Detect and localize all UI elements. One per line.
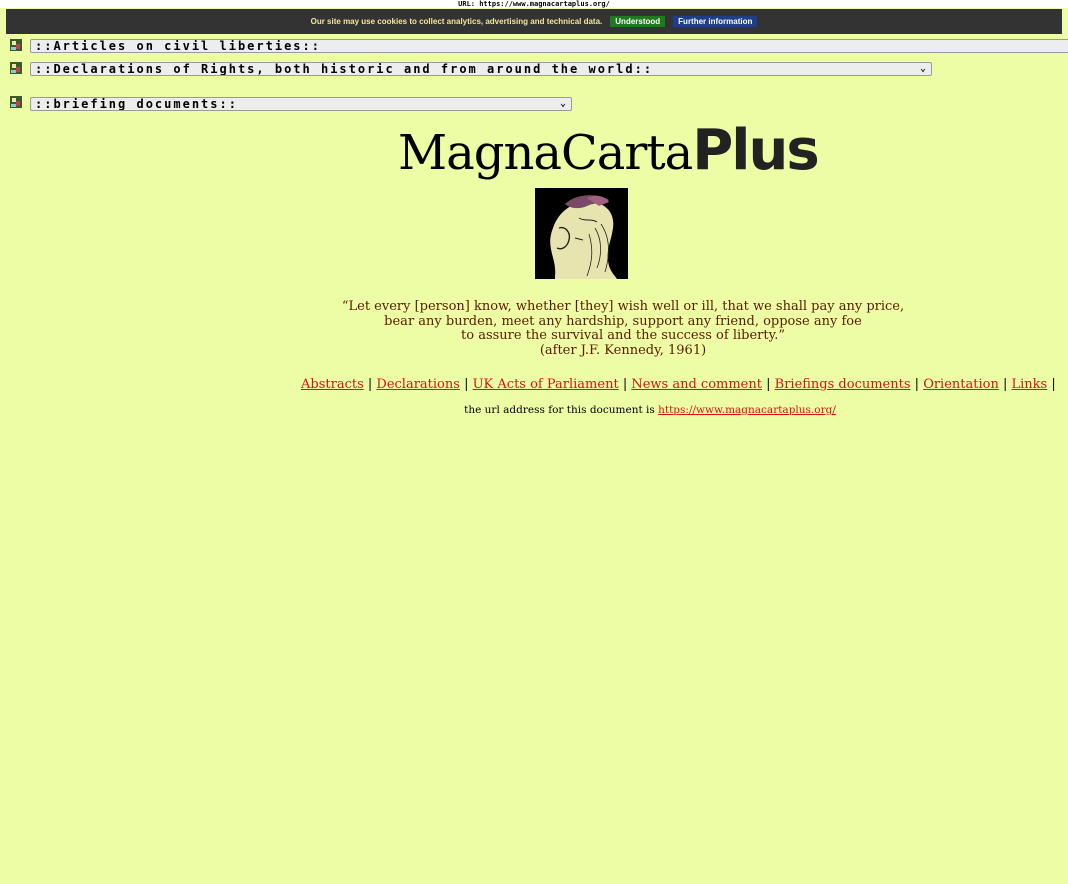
nav-link-links[interactable]: Links	[1012, 377, 1048, 392]
site-logo[interactable]: MagnaCartaPlus	[398, 118, 820, 183]
nav-link-abstracts[interactable]: Abstracts	[301, 377, 364, 392]
nav-link-news[interactable]: News and comment	[631, 377, 762, 392]
chevron-down-icon: ⌄	[919, 63, 926, 74]
nav-link-briefings[interactable]: Briefings documents	[775, 377, 911, 392]
nav-link-orientation[interactable]: Orientation	[923, 377, 999, 392]
nav-link-uk-acts[interactable]: UK Acts of Parliament	[473, 377, 619, 392]
declarations-select-label: ::Declarations of Rights, both historic …	[35, 62, 654, 76]
articles-select[interactable]: ::Articles on civil liberties::	[30, 39, 1068, 53]
understood-button[interactable]: Understood	[610, 16, 666, 27]
document-url-link[interactable]: https://www.magnacartaplus.org/	[658, 404, 836, 416]
quote-line: “Let every [person] know, whether [they]…	[341, 299, 905, 314]
articles-select-label: ::Articles on civil liberties::	[35, 39, 321, 53]
url-display: URL: https://www.magnacartaplus.org/	[0, 0, 1068, 8]
liberty-portrait-image	[535, 188, 628, 279]
section-nav: Abstracts | Declarations | UK Acts of Pa…	[301, 377, 1056, 392]
declarations-select[interactable]: ::Declarations of Rights, both historic …	[30, 62, 932, 76]
logo-magnacarta: MagnaCarta	[398, 125, 693, 181]
chevron-down-icon: ⌄	[559, 98, 566, 109]
nav-link-declarations[interactable]: Declarations	[376, 377, 460, 392]
briefing-select[interactable]: ::briefing documents:: ⌄	[30, 97, 572, 111]
further-information-button[interactable]: Further information	[673, 16, 758, 27]
document-url-line: the url address for this document is htt…	[300, 404, 1000, 416]
quote-line: bear any burden, meet any hardship, supp…	[384, 313, 862, 329]
cookie-banner: Our site may use cookies to collect anal…	[6, 9, 1062, 34]
logo-plus: Plus	[692, 118, 819, 183]
kennedy-quote: “Let every [person] know, whether [they]…	[300, 299, 946, 358]
quote-attribution: (after J.F. Kennedy, 1961)	[539, 342, 707, 358]
cookie-message: Our site may use cookies to collect anal…	[310, 17, 603, 26]
briefing-select-label: ::briefing documents::	[35, 97, 238, 111]
menu-icon	[10, 96, 22, 108]
menu-icon	[10, 39, 22, 51]
document-url-prefix: the url address for this document is	[464, 404, 655, 416]
quote-line: to assure the survival and the success o…	[461, 328, 785, 343]
menu-icon	[10, 62, 22, 74]
